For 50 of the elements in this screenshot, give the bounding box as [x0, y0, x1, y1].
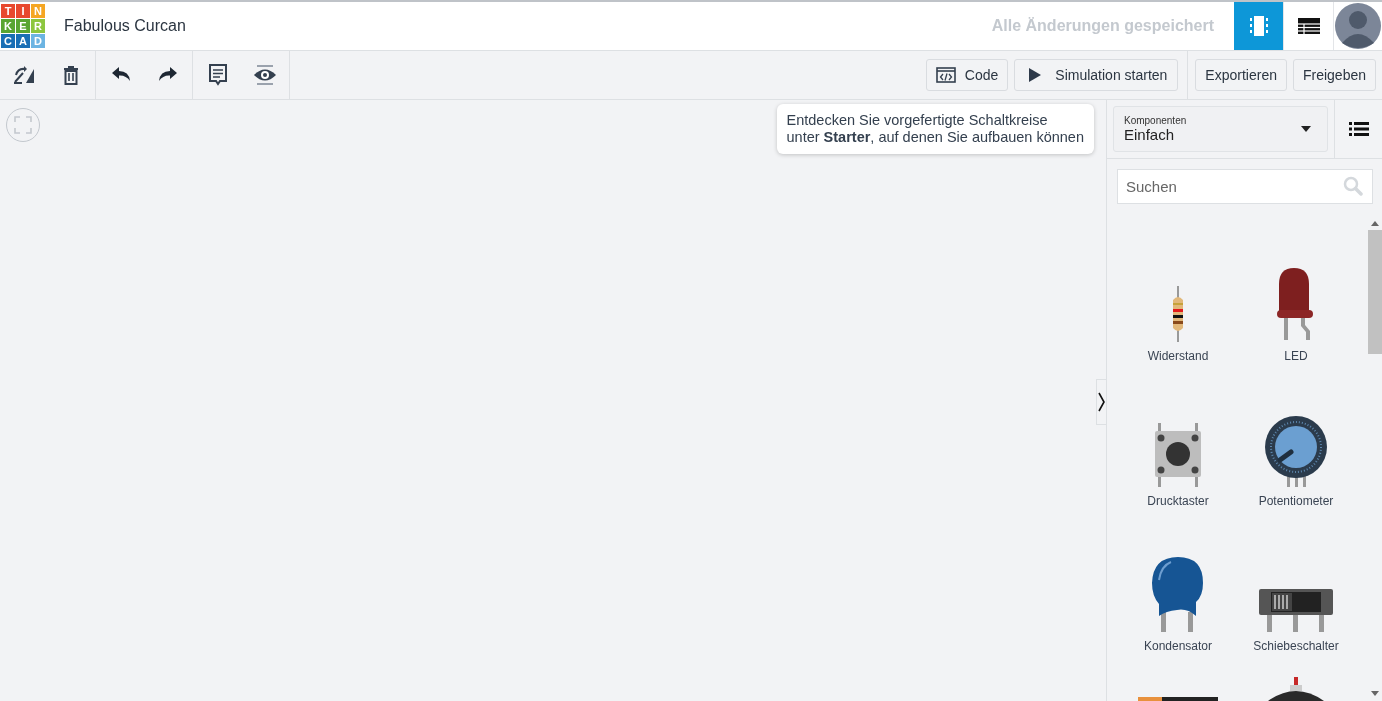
code-icon — [935, 67, 956, 83]
play-icon — [1029, 68, 1042, 82]
fullscreen-icon — [14, 116, 32, 134]
component-label: Schiebeschalter — [1253, 639, 1339, 653]
scroll-down-icon[interactable] — [1371, 691, 1379, 697]
scrollbar-thumb[interactable] — [1368, 230, 1382, 354]
logo-letter: C — [1, 34, 15, 48]
logo-letter: E — [16, 19, 30, 33]
component-label: Potentiometer — [1258, 494, 1334, 508]
logo-letter: D — [31, 34, 45, 48]
simulation-button[interactable]: Simulation starten — [1014, 59, 1179, 91]
export-button[interactable]: Exportieren — [1195, 59, 1287, 91]
search-field[interactable]: Suchen — [1117, 169, 1373, 204]
list-icon — [1348, 121, 1369, 137]
logo-letter: K — [1, 19, 15, 33]
logo-letter: I — [16, 4, 30, 18]
knob-icon[interactable] — [1266, 677, 1326, 701]
trash-icon — [62, 65, 79, 85]
capacitor-icon[interactable] — [1151, 556, 1205, 632]
code-button[interactable]: Code — [925, 59, 1009, 91]
logo-letter: N — [31, 4, 45, 18]
logo-letter: A — [16, 34, 30, 48]
hint-text: Entdecken Sie vorgefertigte Schaltkreise unter Starter, auf denen Sie aufbauen können — [786, 112, 1084, 146]
search-icon — [1343, 176, 1363, 196]
potentiometer-icon[interactable] — [1264, 415, 1328, 487]
component-label: Kondensator — [1143, 639, 1213, 653]
scroll-up-icon[interactable] — [1371, 220, 1379, 226]
components-dropdown[interactable]: Komponenten Einfach — [1113, 106, 1328, 152]
component-label: LED — [1284, 349, 1308, 363]
component-label: Widerstand — [1147, 349, 1209, 363]
avatar-icon[interactable] — [1335, 3, 1381, 49]
note-icon — [207, 64, 228, 86]
rotate-icon — [11, 65, 36, 85]
save-status: Alle Änderungen gespeichert — [991, 17, 1214, 35]
slide-switch-icon[interactable] — [1258, 588, 1334, 632]
chevron-right-icon — [1097, 392, 1106, 412]
share-button[interactable]: Freigeben — [1292, 59, 1376, 91]
caret-icon — [1301, 126, 1311, 132]
collapse-panel-button[interactable] — [1096, 379, 1106, 425]
project-title[interactable]: Fabulous Curcan — [64, 17, 186, 35]
eye-icon — [252, 65, 277, 85]
led-icon[interactable] — [1276, 266, 1316, 342]
pushbutton-icon[interactable] — [1154, 423, 1202, 487]
component-label: Drucktaster — [1147, 494, 1209, 508]
logo-letter: T — [1, 4, 15, 18]
chip-icon — [1247, 14, 1270, 38]
logo-letter: R — [31, 19, 45, 33]
table-icon — [1296, 17, 1321, 35]
undo-icon — [110, 67, 131, 83]
redo-icon — [157, 67, 178, 83]
